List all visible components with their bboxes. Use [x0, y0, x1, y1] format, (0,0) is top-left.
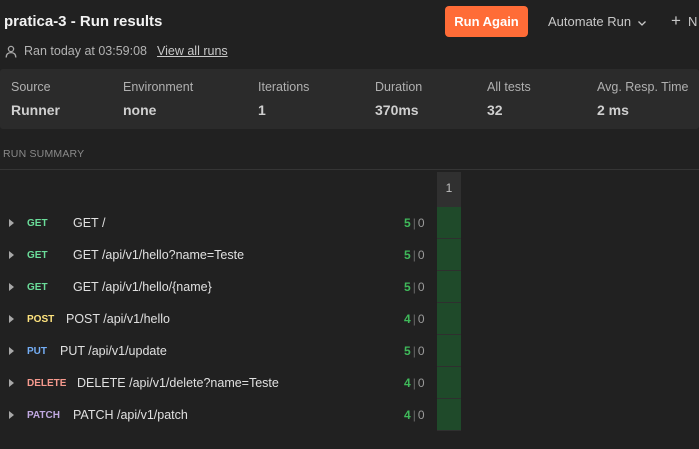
- passed-count: 5: [404, 344, 411, 358]
- stat-environment: Environment none: [123, 80, 193, 118]
- request-name: DELETE /api/v1/delete?name=Teste: [77, 376, 279, 390]
- expand-caret-icon[interactable]: [9, 315, 14, 323]
- request-name: GET /api/v1/hello/{name}: [73, 280, 212, 294]
- iteration-result-cell[interactable]: [437, 239, 461, 271]
- iteration-header[interactable]: 1: [437, 176, 461, 200]
- iteration-result-cell[interactable]: [437, 207, 461, 239]
- count-separator: |: [412, 248, 416, 262]
- stat-value: 1: [258, 102, 266, 118]
- expand-caret-icon[interactable]: [9, 411, 14, 419]
- new-button[interactable]: + N: [671, 13, 699, 29]
- stat-duration: Duration 370ms: [375, 80, 422, 118]
- stat-label: Environment: [123, 80, 194, 94]
- expand-caret-icon[interactable]: [9, 347, 14, 355]
- stat-value: 370ms: [375, 102, 419, 118]
- test-counts: 4 | 0: [404, 408, 425, 422]
- method-badge: PATCH: [27, 410, 60, 421]
- run-again-button[interactable]: Run Again: [445, 6, 528, 37]
- iteration-result-cell[interactable]: [437, 367, 461, 399]
- request-name: PATCH /api/v1/patch: [73, 408, 188, 422]
- test-counts: 4 | 0: [404, 376, 425, 390]
- failed-count: 0: [417, 280, 425, 294]
- method-badge: PUT: [27, 346, 47, 357]
- stat-all-tests: All tests 32: [487, 80, 531, 118]
- expand-caret-icon[interactable]: [9, 379, 14, 387]
- test-counts: 4 | 0: [404, 312, 425, 326]
- request-name: GET /: [73, 216, 106, 230]
- stat-value: Runner: [11, 102, 60, 118]
- header: pratica-3 - Run results Ran today at 03:…: [0, 0, 699, 66]
- count-separator: |: [412, 376, 416, 390]
- iteration-result-cell[interactable]: [437, 303, 461, 335]
- stat-label: Duration: [375, 80, 423, 94]
- passed-count: 4: [404, 376, 411, 390]
- failed-count: 0: [417, 408, 425, 422]
- run-summary-heading: RUN SUMMARY: [3, 148, 85, 160]
- test-counts: 5 | 0: [404, 216, 425, 230]
- count-separator: |: [412, 312, 416, 326]
- request-row[interactable]: GET GET / 5 | 0: [0, 206, 432, 238]
- stat-value: 32: [487, 102, 503, 118]
- chevron-down-icon: [637, 16, 647, 26]
- method-badge: DELETE: [27, 378, 67, 389]
- page-title: pratica-3 - Run results: [4, 13, 163, 30]
- method-badge: POST: [27, 314, 55, 325]
- passed-count: 5: [404, 248, 411, 262]
- iteration-result-cell[interactable]: [437, 399, 461, 431]
- request-row[interactable]: PATCH PATCH /api/v1/patch 4 | 0: [0, 398, 432, 430]
- plus-icon: +: [671, 13, 681, 29]
- method-badge: GET: [27, 250, 48, 261]
- iteration-result-cell[interactable]: [437, 335, 461, 367]
- test-counts: 5 | 0: [404, 248, 425, 262]
- request-row[interactable]: GET GET /api/v1/hello/{name} 5 | 0: [0, 270, 432, 302]
- expand-caret-icon[interactable]: [9, 219, 14, 227]
- request-row[interactable]: DELETE DELETE /api/v1/delete?name=Teste 4 |…: [0, 366, 432, 398]
- stat-iterations: Iterations 1: [258, 80, 309, 118]
- failed-count: 0: [417, 376, 425, 390]
- automate-run-dropdown[interactable]: Automate Run: [548, 13, 647, 29]
- run-stats-panel: Source Runner Environment none Iteration…: [0, 69, 699, 129]
- expand-caret-icon[interactable]: [9, 283, 14, 291]
- expand-caret-icon[interactable]: [9, 251, 14, 259]
- failed-count: 0: [417, 216, 425, 230]
- passed-count: 4: [404, 408, 411, 422]
- count-separator: |: [412, 344, 416, 358]
- request-name: PUT /api/v1/update: [60, 344, 167, 358]
- stat-label: Source: [11, 80, 51, 94]
- request-name: GET /api/v1/hello?name=Teste: [73, 248, 245, 262]
- stat-value: none: [123, 102, 157, 118]
- count-separator: |: [412, 216, 416, 230]
- stat-source: Source Runner: [11, 80, 60, 118]
- stat-label: Avg. Resp. Time: [597, 80, 689, 94]
- stat-avg-resp-time: Avg. Resp. Time 2 ms: [597, 80, 688, 118]
- request-row[interactable]: POST POST /api/v1/hello 4 | 0: [0, 302, 432, 334]
- ran-time: Ran today at 03:59:08: [24, 44, 148, 58]
- test-counts: 5 | 0: [404, 280, 425, 294]
- request-name: POST /api/v1/hello: [66, 312, 170, 326]
- stat-label: All tests: [487, 80, 531, 94]
- passed-count: 4: [404, 312, 411, 326]
- failed-count: 0: [417, 312, 425, 326]
- method-badge: GET: [27, 218, 48, 229]
- test-counts: 5 | 0: [404, 344, 425, 358]
- count-separator: |: [412, 280, 416, 294]
- new-label: N: [687, 13, 698, 29]
- count-separator: |: [412, 408, 416, 422]
- run-meta: Ran today at 03:59:08 View all runs: [5, 43, 228, 59]
- view-all-runs-link[interactable]: View all runs: [157, 44, 228, 58]
- iteration-result-cell[interactable]: [437, 271, 461, 303]
- automate-run-label: Automate Run: [548, 13, 632, 29]
- failed-count: 0: [417, 248, 425, 262]
- passed-count: 5: [404, 216, 411, 230]
- failed-count: 0: [417, 344, 425, 358]
- stat-label: Iterations: [258, 80, 310, 94]
- stat-value: 2 ms: [597, 102, 629, 118]
- request-row[interactable]: PUT PUT /api/v1/update 5 | 0: [0, 334, 432, 366]
- passed-count: 5: [404, 280, 411, 294]
- divider: [0, 169, 699, 170]
- person-icon: [5, 45, 17, 58]
- request-row[interactable]: GET GET /api/v1/hello?name=Teste 5 | 0: [0, 238, 432, 270]
- method-badge: GET: [27, 282, 48, 293]
